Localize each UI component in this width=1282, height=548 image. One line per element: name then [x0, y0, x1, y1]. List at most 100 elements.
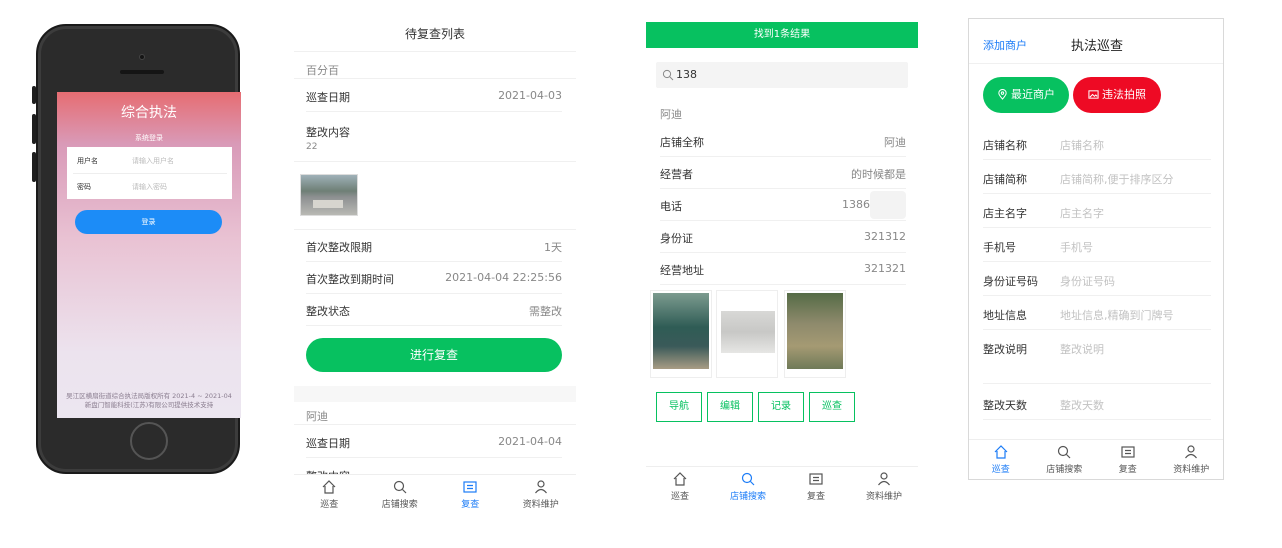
tab-store-search[interactable]: 店铺搜索	[365, 475, 436, 514]
rectification-days-field[interactable]: 整改天数 整改天数	[983, 386, 1211, 420]
redaction-mask	[870, 191, 906, 219]
search-query: 138	[676, 68, 697, 81]
tab-patrol[interactable]: 巡查	[646, 467, 714, 506]
store-photo[interactable]	[784, 290, 846, 378]
password-field[interactable]: 密码 请输入密码	[67, 173, 232, 199]
record-separator	[294, 386, 576, 402]
field-input[interactable]: 店铺简称,便于排序区分	[1060, 171, 1174, 187]
field-input[interactable]: 店主名字	[1060, 205, 1104, 221]
field-input[interactable]: 身份证号码	[1060, 273, 1115, 289]
review-list-screen: 待复查列表 百分百 巡查日期 2021-04-03 整改内容 22 首次整改限期…	[294, 18, 576, 518]
field-label: 地址信息	[983, 309, 1027, 322]
recent-merchants-button[interactable]: 最近商户	[983, 77, 1069, 113]
limit-row: 首次整改限期 1天	[306, 230, 562, 262]
search-input[interactable]: 138	[656, 62, 908, 88]
content-value: 22	[306, 142, 318, 152]
full-name-row: 店铺全称 阿迪	[660, 125, 906, 157]
tab-label: 店铺搜索	[381, 500, 418, 510]
action-bar: 导航 编辑 记录 巡查	[656, 392, 855, 424]
inspect-date-label: 巡查日期	[306, 437, 350, 450]
field-label: 整改说明	[983, 343, 1027, 356]
home-icon	[673, 472, 687, 486]
tab-label: 复查	[806, 492, 825, 502]
store-photos	[646, 290, 918, 382]
login-form: 用户名 请输入用户名 密码 请输入密码	[67, 147, 232, 199]
field-label: 经营者	[660, 168, 693, 181]
tab-review[interactable]: 复查	[1096, 440, 1160, 479]
divider	[969, 63, 1223, 64]
search-icon	[662, 69, 674, 81]
divider	[294, 161, 576, 162]
violation-photo-button[interactable]: 违法拍照	[1073, 77, 1161, 113]
record-button[interactable]: 记录	[758, 392, 804, 422]
field-input[interactable]: 整改天数	[1060, 397, 1104, 413]
app-title: 综合执法	[121, 105, 177, 121]
field-label: 身份证号码	[983, 275, 1038, 288]
phone-field[interactable]: 手机号 手机号	[983, 228, 1211, 262]
store-photo[interactable]	[716, 290, 778, 378]
speaker-grille	[120, 70, 164, 74]
store-photo[interactable]	[650, 290, 712, 378]
list-icon	[463, 481, 477, 493]
home-button	[130, 422, 168, 460]
image-icon	[1088, 90, 1099, 99]
field-input[interactable]: 店铺名称	[1060, 137, 1104, 153]
username-field[interactable]: 用户名 请输入用户名	[67, 147, 232, 173]
users-icon	[878, 472, 890, 486]
owner-name-field[interactable]: 店主名字 店主名字	[983, 194, 1211, 228]
home-icon	[994, 445, 1008, 459]
add-merchant-link[interactable]: 添加商户	[983, 37, 1027, 53]
copyright-line: 吴江区横扇街道综合执法局版权所有 2021-4 ~ 2021-04	[66, 392, 232, 400]
due-label: 首次整改到期时间	[306, 273, 394, 286]
field-value: 1386	[842, 198, 870, 211]
field-value: 321312	[864, 230, 906, 243]
address-row: 经营地址 321321	[660, 253, 906, 285]
navigate-button[interactable]: 导航	[656, 392, 702, 422]
tab-label: 巡查	[670, 492, 689, 502]
page-title: 执法巡查	[1071, 39, 1124, 54]
inspect-date-row: 巡查日期 2021-04-03	[306, 80, 562, 112]
users-icon	[534, 480, 547, 494]
search-icon	[741, 472, 755, 486]
field-input[interactable]: 整改说明	[1060, 341, 1104, 357]
id-number-field[interactable]: 身份证号码 身份证号码	[983, 262, 1211, 296]
patrol-button[interactable]: 巡查	[809, 392, 855, 422]
inspect-date-row: 巡查日期 2021-04-04	[306, 426, 562, 458]
field-value: 的时候都是	[851, 168, 906, 181]
operator-row: 经营者 的时候都是	[660, 157, 906, 189]
tab-review[interactable]: 复查	[435, 475, 506, 514]
field-input[interactable]: 手机号	[1060, 239, 1093, 255]
tab-patrol[interactable]: 巡查	[294, 475, 365, 514]
tab-data-maintenance[interactable]: 资料维护	[1160, 440, 1224, 479]
rectification-photo[interactable]	[300, 174, 358, 216]
camera-icon	[139, 54, 145, 60]
tab-review[interactable]: 复查	[782, 467, 850, 506]
password-input[interactable]: 请输入密码	[132, 182, 167, 192]
field-label: 店铺全称	[660, 136, 704, 149]
start-review-button[interactable]: 进行复查	[306, 338, 562, 372]
tab-patrol[interactable]: 巡查	[969, 440, 1033, 479]
store-name: 阿迪	[660, 108, 682, 121]
bottom-tabbar: 巡查 店铺搜索 复查 资料维护	[969, 439, 1223, 479]
edit-button[interactable]: 编辑	[707, 392, 753, 422]
store-short-name-field[interactable]: 店铺简称 店铺简称,便于排序区分	[983, 160, 1211, 194]
address-field[interactable]: 地址信息 地址信息,精确到门牌号	[983, 296, 1211, 330]
store-name-field[interactable]: 店铺名称 店铺名称	[983, 126, 1211, 160]
tab-label: 资料维护	[1173, 465, 1210, 475]
login-button[interactable]: 登录	[75, 210, 222, 234]
tab-store-search[interactable]: 店铺搜索	[1033, 440, 1097, 479]
tab-data-maintenance[interactable]: 资料维护	[850, 467, 918, 506]
username-input[interactable]: 请输入用户名	[132, 156, 174, 166]
phone-frame: 综合执法 系统登录 用户名 请输入用户名 密码 请输入密码 登录 吴江区横扇街道…	[36, 24, 241, 474]
content-label: 整改内容	[306, 126, 350, 139]
field-label: 店铺名称	[983, 139, 1027, 152]
search-icon	[1058, 445, 1071, 459]
home-icon	[322, 480, 336, 494]
tab-data-maintenance[interactable]: 资料维护	[506, 475, 577, 514]
field-input[interactable]: 地址信息,精确到门牌号	[1060, 307, 1174, 323]
due-row: 首次整改到期时间 2021-04-04 22:25:56	[306, 262, 562, 294]
rectification-note-field[interactable]: 整改说明 整改说明	[983, 330, 1211, 384]
tab-store-search[interactable]: 店铺搜索	[714, 467, 782, 506]
list-icon	[809, 473, 823, 485]
field-label: 店铺简称	[983, 173, 1027, 186]
